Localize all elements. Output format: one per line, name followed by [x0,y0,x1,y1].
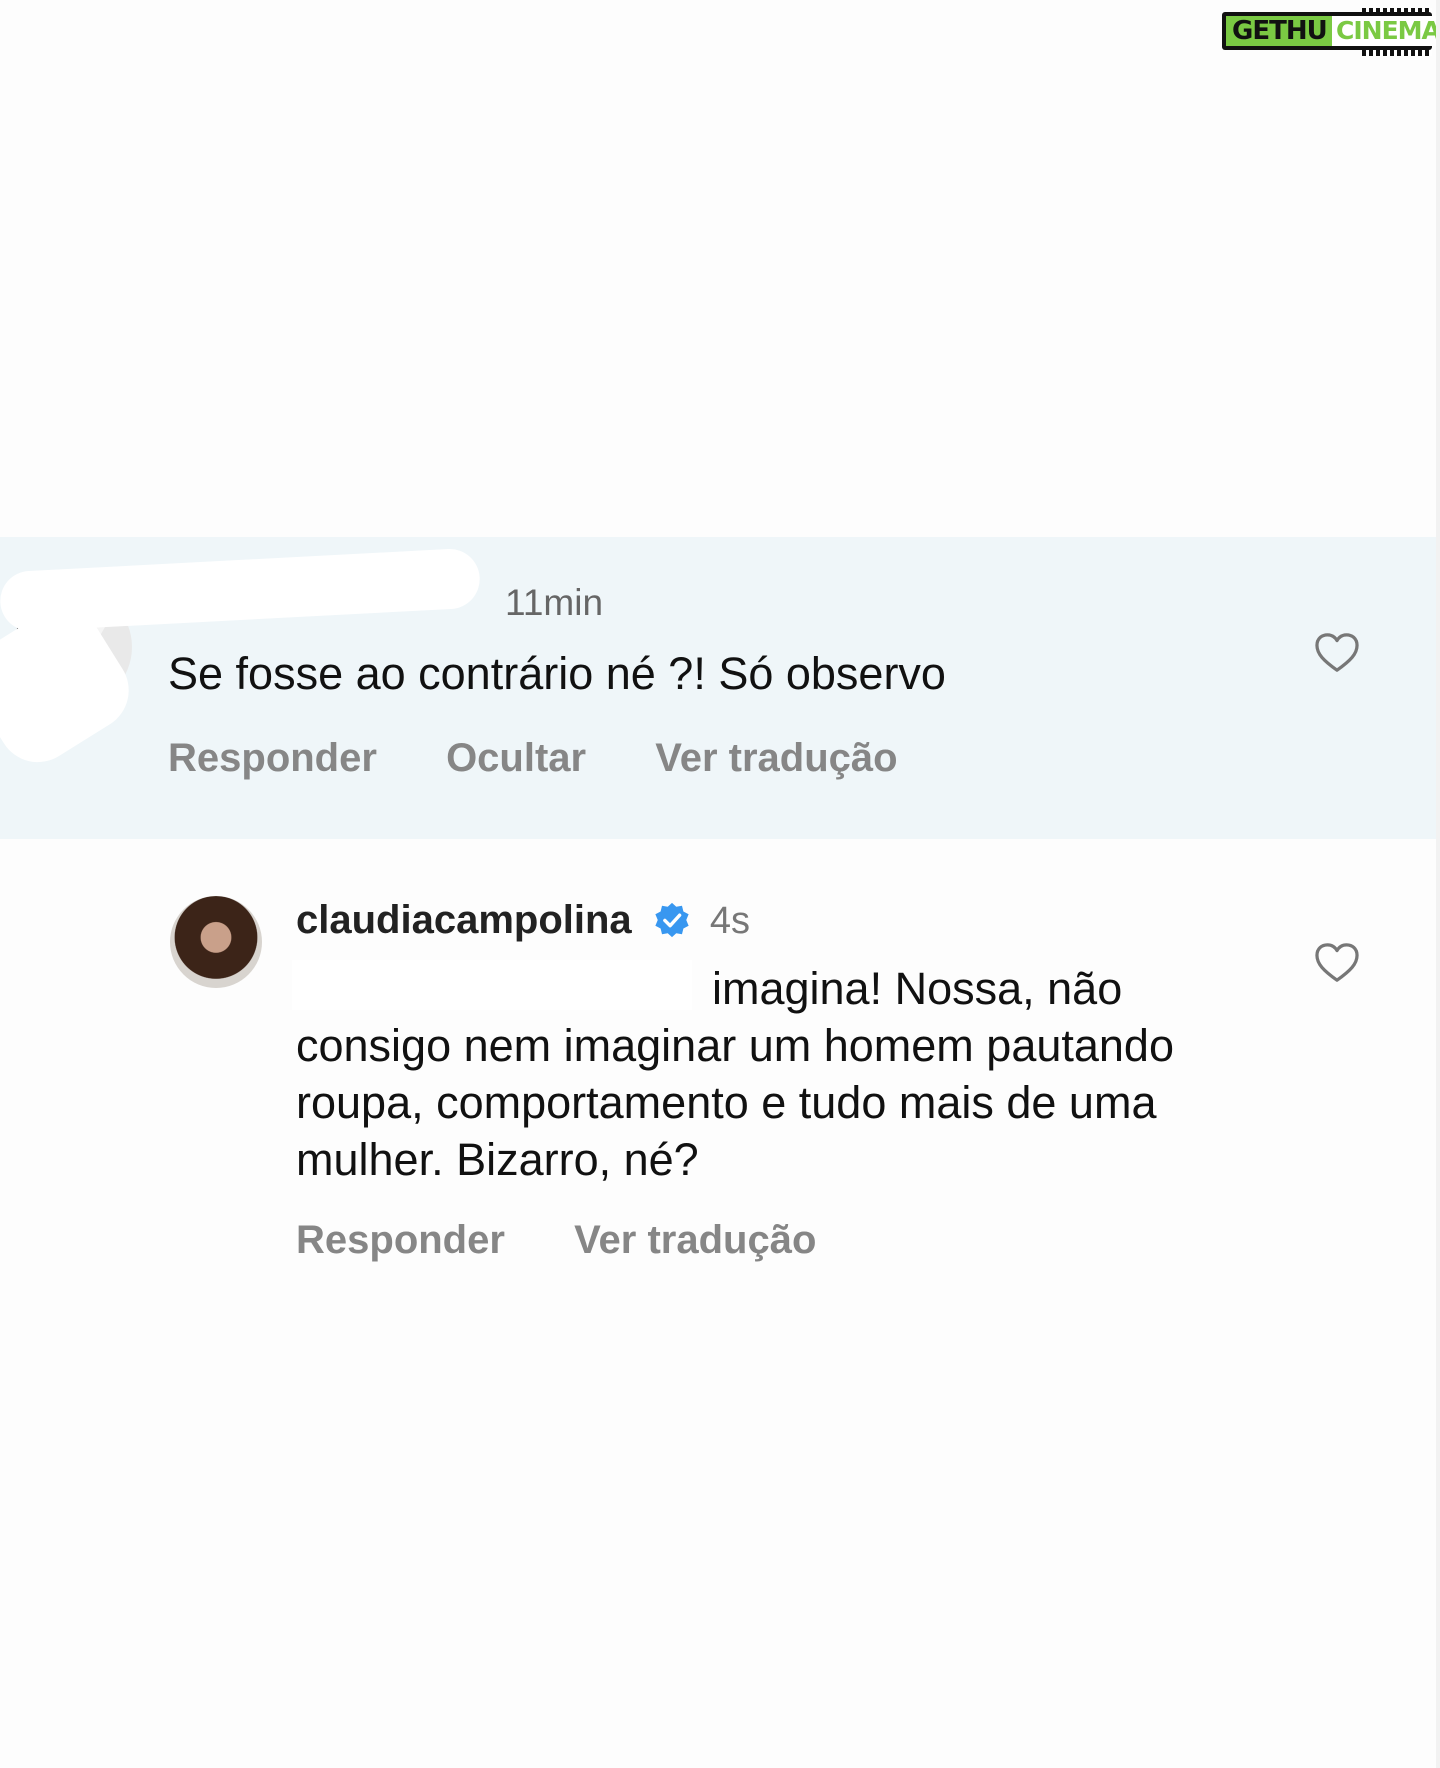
screen-edge [1436,0,1440,1768]
comment-actions: Responder Ocultar Ver tradução [168,736,956,781]
comment-timestamp: 11min [505,582,604,623]
hide-button[interactable]: Ocultar [446,736,586,781]
logo-text-secondary: CINEMA [1332,16,1440,46]
heart-icon[interactable] [1314,942,1360,984]
watermark-logo: GETHU CINEMA [1222,8,1440,56]
comment-text: Se fosse ao contrário né ?! Só observo [168,648,946,699]
reply-reply-button[interactable]: Responder [296,1218,505,1262]
reply-actions: Responder Ver tradução [296,1218,874,1262]
reply-username[interactable]: claudiacampolina [296,898,632,942]
film-strip-bottom [1362,50,1432,56]
claudia-avatar[interactable] [170,896,262,988]
reply-text-block: imagina! Nossa, não consigo nem imaginar… [296,960,1256,1188]
reply-translate-button[interactable]: Ver tradução [574,1218,816,1262]
reply-text: imagina! Nossa, não consigo nem imaginar… [296,963,1174,1185]
reply-button[interactable]: Responder [168,736,377,781]
reply-header: claudiacampolina 4s [296,898,750,943]
logo-text-primary: GETHU [1226,16,1333,46]
verified-badge-icon [655,902,689,938]
heart-icon[interactable] [1314,632,1360,674]
reply-timestamp: 4s [709,900,751,942]
translate-button[interactable]: Ver tradução [655,736,897,781]
